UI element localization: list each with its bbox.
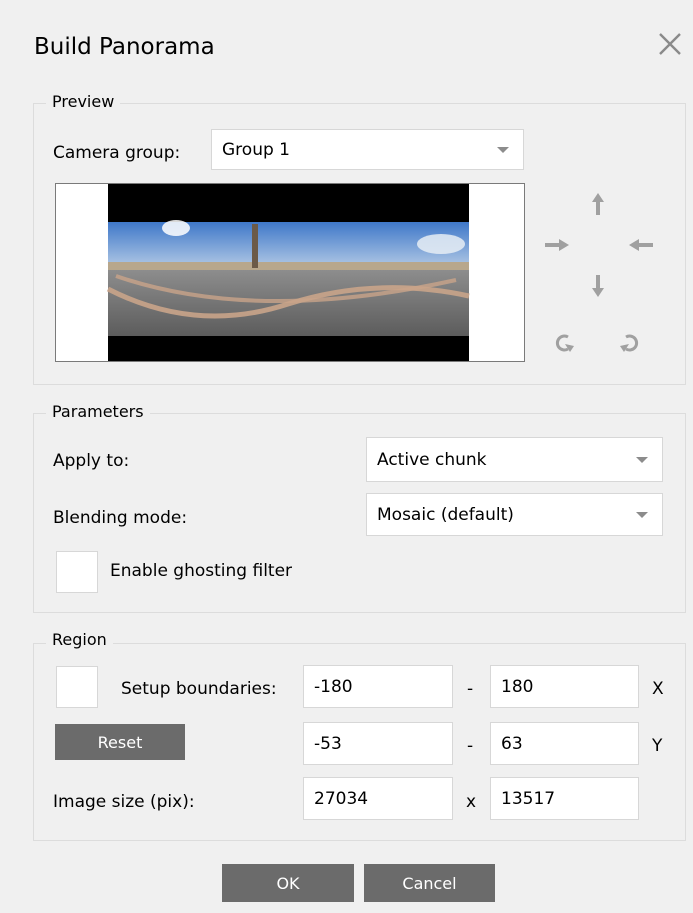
region-legend: Region [46,630,113,649]
camera-group-select[interactable]: Group 1 [211,129,524,170]
blending-mode-label: Blending mode: [53,508,188,528]
preview-legend: Preview [46,92,121,111]
ghosting-filter-label: Enable ghosting filter [110,561,293,581]
arrow-left-icon[interactable] [625,235,657,255]
chevron-down-icon [636,456,648,463]
chevron-down-icon [636,511,648,518]
reset-button[interactable]: Reset [55,724,185,760]
setup-boundaries-label: Setup boundaries: [121,679,277,699]
camera-group-value: Group 1 [222,139,290,160]
arrow-up-icon[interactable] [588,190,608,218]
y-range-dash: - [467,736,474,756]
ok-button[interactable]: OK [222,864,354,902]
image-height-input[interactable]: 13517 [490,777,639,820]
close-icon[interactable] [656,30,684,58]
image-width-value: 27034 [314,788,369,809]
y-max-input[interactable]: 63 [490,722,639,765]
x-max-value: 180 [501,676,534,697]
arrow-down-icon[interactable] [588,272,608,300]
apply-to-label: Apply to: [53,451,130,471]
setup-boundaries-checkbox[interactable] [56,666,98,708]
image-size-label: Image size (pix): [53,792,195,812]
dialog-title: Build Panorama [34,34,215,60]
x-axis-label: X [652,679,664,699]
cancel-button[interactable]: Cancel [364,864,495,902]
x-min-value: -180 [314,676,353,697]
y-min-input[interactable]: -53 [303,722,453,765]
y-min-value: -53 [314,733,342,754]
panorama-image [106,184,470,361]
x-range-dash: - [467,679,474,699]
blending-mode-select[interactable]: Mosaic (default) [366,493,663,536]
rotate-right-icon[interactable] [619,332,641,358]
image-width-input[interactable]: 27034 [303,777,453,820]
apply-to-value: Active chunk [377,449,487,470]
y-max-value: 63 [501,733,523,754]
panorama-preview [55,183,525,362]
apply-to-select[interactable]: Active chunk [366,437,663,482]
size-separator: x [466,792,477,812]
image-height-value: 13517 [501,788,556,809]
x-max-input[interactable]: 180 [490,665,639,708]
blending-mode-value: Mosaic (default) [377,504,514,525]
y-axis-label: Y [652,736,663,756]
x-min-input[interactable]: -180 [303,665,453,708]
ghosting-filter-checkbox[interactable] [56,551,98,593]
rotate-left-icon[interactable] [553,332,575,358]
parameters-legend: Parameters [46,402,150,421]
camera-group-label: Camera group: [53,143,181,163]
arrow-right-icon[interactable] [541,235,573,255]
chevron-down-icon [497,146,509,153]
